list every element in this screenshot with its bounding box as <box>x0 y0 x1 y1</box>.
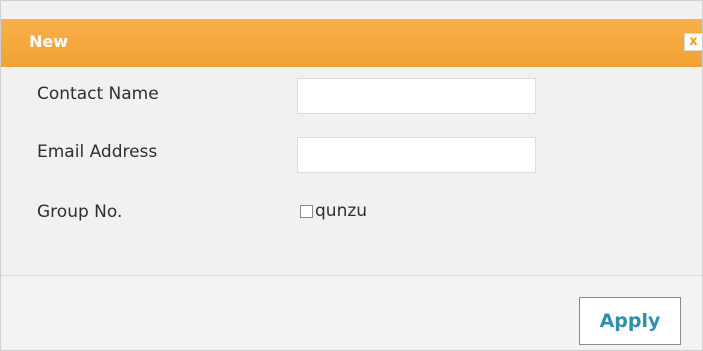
close-button[interactable]: x <box>684 33 702 51</box>
contact-name-input[interactable] <box>297 78 536 114</box>
dialog-titlebar: New x <box>1 19 702 67</box>
close-icon: x <box>689 34 698 49</box>
new-contact-dialog: New x Contact Name Email Address Group N… <box>0 0 703 351</box>
group-checkbox[interactable] <box>300 204 313 218</box>
dialog-title: New <box>29 32 69 51</box>
dialog-footer: Apply <box>1 276 702 350</box>
group-no-label: Group No. <box>37 202 123 222</box>
apply-button[interactable]: Apply <box>579 297 681 345</box>
group-option-label[interactable]: qunzu <box>315 201 367 221</box>
group-option[interactable]: qunzu <box>300 201 367 221</box>
email-address-label: Email Address <box>37 142 158 162</box>
email-address-input[interactable] <box>297 137 536 173</box>
contact-name-label: Contact Name <box>37 84 159 104</box>
